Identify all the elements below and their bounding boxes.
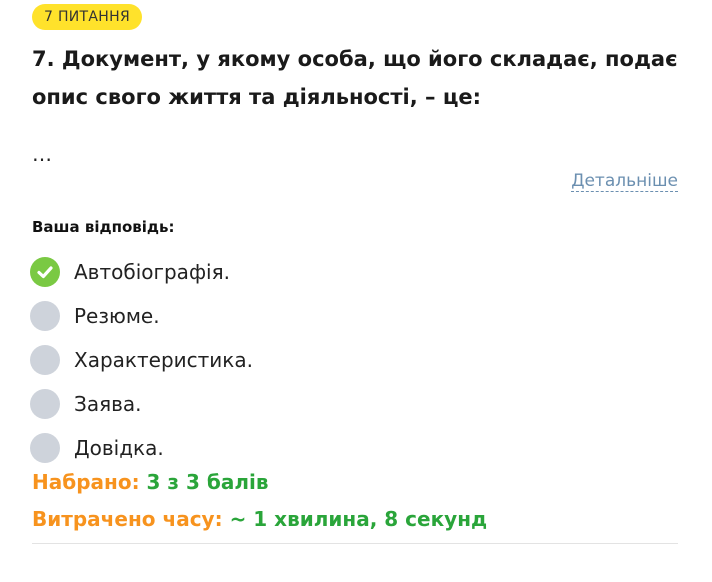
radio-icon xyxy=(30,301,60,331)
answer-option[interactable]: Заява. xyxy=(30,382,670,426)
answer-options-list: Автобіографія. Резюме. Характеристика. З… xyxy=(30,250,670,470)
details-link[interactable]: Детальніше xyxy=(571,171,678,192)
answer-option-label: Довідка. xyxy=(74,436,164,460)
question-ellipsis: … xyxy=(32,142,52,166)
answer-option[interactable]: Характеристика. xyxy=(30,338,670,382)
your-answer-label: Ваша відповідь: xyxy=(32,218,175,236)
answer-option-label: Заява. xyxy=(74,392,142,416)
answer-option[interactable]: Довідка. xyxy=(30,426,670,470)
radio-icon xyxy=(30,433,60,463)
score-result: Набрано: 3 з 3 балів xyxy=(32,470,269,494)
time-spent-label: Витрачено часу: xyxy=(32,507,223,531)
answer-option-label: Резюме. xyxy=(74,304,160,328)
time-spent-result: Витрачено часу: ~ 1 хвилина, 8 секунд xyxy=(32,507,487,531)
question-number-badge: 7 ПИТАННЯ xyxy=(32,4,142,30)
question-text: 7. Документ, у якому особа, що його скла… xyxy=(32,47,678,109)
checkmark-glyph xyxy=(37,266,53,279)
radio-icon xyxy=(30,389,60,419)
answer-option[interactable]: Резюме. xyxy=(30,294,670,338)
score-value: 3 з 3 балів xyxy=(146,470,269,494)
divider xyxy=(32,543,678,544)
answer-option-label: Характеристика. xyxy=(74,348,253,372)
score-label: Набрано: xyxy=(32,470,140,494)
answer-option-label: Автобіографія. xyxy=(74,260,230,284)
check-icon xyxy=(30,257,60,287)
answer-option[interactable]: Автобіографія. xyxy=(30,250,670,294)
radio-icon xyxy=(30,345,60,375)
time-spent-value: ~ 1 хвилина, 8 секунд xyxy=(229,507,488,531)
